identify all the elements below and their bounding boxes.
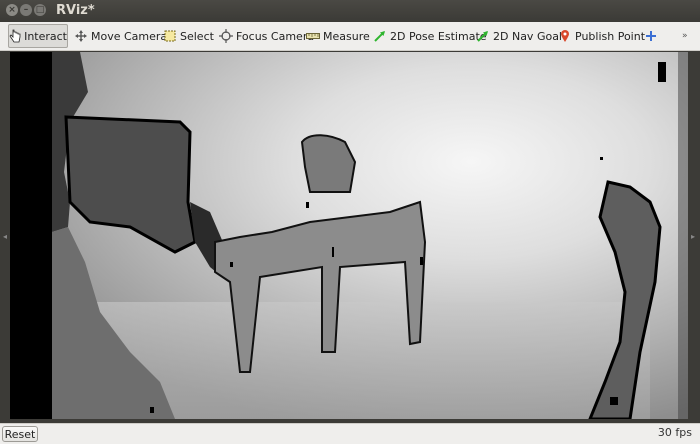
tool-measure-label: Measure	[323, 29, 370, 43]
toolbar: Interact Move Camera Select Focus Camera…	[0, 22, 700, 51]
toolbar-overflow-chevron-icon[interactable]: »	[682, 24, 688, 48]
maximize-window-button[interactable]: □	[34, 4, 46, 16]
tool-move-camera[interactable]: Move Camera	[74, 24, 167, 48]
tool-select-label: Select	[180, 29, 214, 43]
left-collapse-arrow-icon[interactable]: ◂	[3, 232, 7, 241]
move-arrows-icon	[74, 29, 88, 43]
tool-2d-pose-estimate[interactable]: 2D Pose Estimate	[373, 24, 487, 48]
select-box-icon	[163, 29, 177, 43]
tool-focus-camera-label: Focus Camera	[236, 29, 315, 43]
ruler-icon	[306, 29, 320, 43]
right-collapse-arrow-icon[interactable]: ▸	[691, 232, 695, 241]
green-arrow-icon	[373, 29, 387, 43]
tool-measure[interactable]: Measure	[306, 24, 370, 48]
tool-2d-nav-goal[interactable]: 2D Nav Goal	[476, 24, 562, 48]
tool-2d-nav-goal-label: 2D Nav Goal	[493, 29, 562, 43]
green-arrow-icon	[476, 29, 490, 43]
map-pin-icon	[558, 29, 572, 43]
tool-select[interactable]: Select	[163, 24, 214, 48]
hand-pointer-icon	[9, 29, 21, 43]
plus-icon	[644, 29, 658, 43]
depth-image	[10, 52, 688, 419]
3d-render-viewport[interactable]	[10, 52, 688, 419]
close-window-button[interactable]: ×	[6, 4, 18, 16]
tool-interact[interactable]: Interact	[8, 24, 68, 48]
tool-focus-camera[interactable]: Focus Camera	[219, 24, 314, 48]
add-tool-button[interactable]	[644, 24, 661, 48]
tool-publish-point-label: Publish Point	[575, 29, 646, 43]
reset-button[interactable]: Reset	[2, 426, 38, 442]
minimize-window-button[interactable]: –	[20, 4, 32, 16]
tool-move-camera-label: Move Camera	[91, 29, 168, 43]
status-bar: Reset 30 fps	[0, 423, 700, 444]
window-title: RViz*	[56, 3, 95, 18]
tool-2d-pose-estimate-label: 2D Pose Estimate	[390, 29, 487, 43]
title-bar: × – □ RViz*	[0, 0, 700, 22]
crosshair-icon	[219, 29, 233, 43]
tool-publish-point[interactable]: Publish Point	[558, 24, 645, 48]
fps-readout: 30 fps	[657, 426, 692, 439]
tool-interact-label: Interact	[24, 29, 67, 43]
